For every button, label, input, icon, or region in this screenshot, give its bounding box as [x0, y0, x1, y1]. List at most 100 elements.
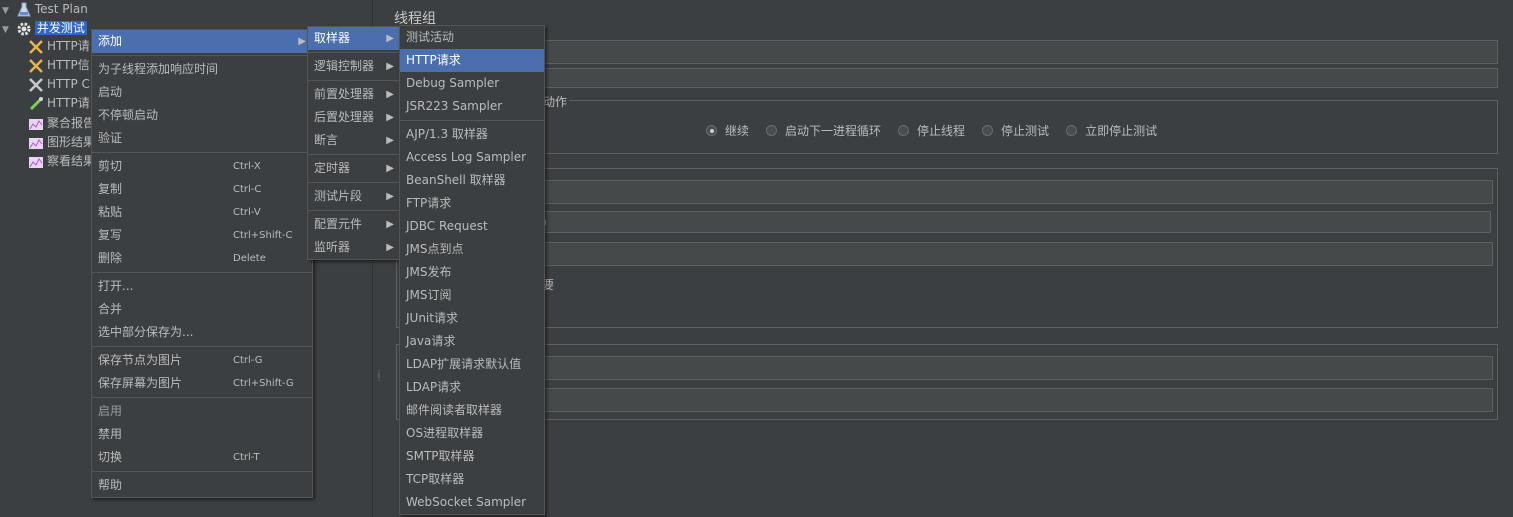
thread-count-field[interactable]	[402, 180, 1493, 204]
tree-node-label: 察看结果	[47, 154, 96, 168]
radio-start-next-loop[interactable]: 启动下一进程循环	[766, 122, 881, 139]
sampler-item-beanshell[interactable]: BeanShell 取样器	[400, 169, 544, 192]
submenu-item-logic-controller[interactable]: 逻辑控制器 ▶	[308, 55, 400, 78]
sampler-item-mail-reader[interactable]: 邮件阅读者取样器	[400, 399, 544, 422]
submenu-arrow-icon: ▶	[386, 33, 394, 44]
submenu-arrow-icon: ▶	[386, 135, 394, 146]
radio-label: 停止测试	[1001, 124, 1050, 138]
tree-node-http-info[interactable]: HTTP信	[28, 56, 90, 74]
menu-item-disable[interactable]: 禁用	[92, 423, 312, 446]
sampler-item-ftp[interactable]: FTP请求	[400, 192, 544, 215]
tree-node-label: 聚合报告	[47, 116, 96, 130]
menu-item-help[interactable]: 帮助	[92, 474, 312, 497]
collapse-arrow-icon[interactable]: ▼	[2, 21, 12, 39]
startup-delay-field[interactable]	[402, 388, 1493, 412]
comments-field[interactable]	[396, 68, 1498, 88]
menu-item-start[interactable]: 启动	[92, 81, 312, 104]
sampler-item-ajp[interactable]: AJP/1.3 取样器	[400, 123, 544, 146]
submenu-item-config-element[interactable]: 配置元件 ▶	[308, 213, 400, 236]
chart-icon	[28, 116, 44, 132]
sampler-item-debug-sampler[interactable]: Debug Sampler	[400, 72, 544, 95]
submenu-item-post-processor[interactable]: 后置处理器 ▶	[308, 106, 400, 129]
sampler-submenu: 测试活动 HTTP请求 Debug Sampler JSR223 Sampler…	[399, 25, 545, 515]
menu-item-toggle[interactable]: 切换 Ctrl-T	[92, 446, 312, 469]
menu-separator	[92, 346, 312, 347]
menu-separator	[400, 120, 544, 121]
error-action-radio-group[interactable]: 继续 启动下一进程循环 停止线程 停止测试 立即停止测试	[706, 122, 1174, 139]
menu-item-label: WebSocket Sampler	[406, 495, 527, 509]
radio-stop-test-now[interactable]: 立即停止测试	[1066, 122, 1157, 139]
menu-item-merge[interactable]: 合并	[92, 298, 312, 321]
sampler-item-http-request[interactable]: HTTP请求	[400, 49, 544, 72]
sampler-item-jms-subscribe[interactable]: JMS订阅	[400, 284, 544, 307]
menu-item-open[interactable]: 打开...	[92, 275, 312, 298]
tree-node-label: HTTP信	[47, 58, 90, 72]
sampler-item-jms-publish[interactable]: JMS发布	[400, 261, 544, 284]
sampler-item-test-action[interactable]: 测试活动	[400, 26, 544, 49]
ramp-up-field[interactable]: 0	[402, 211, 1491, 233]
tree-node-http-request-2[interactable]: HTTP请	[28, 94, 90, 112]
tree-node-view-results[interactable]: 察看结果	[28, 152, 95, 170]
menu-item-start-no-pause[interactable]: 不停顿启动	[92, 104, 312, 127]
drag-handle-icon[interactable]: ⋮ ⋮	[375, 370, 383, 382]
menu-item-validate[interactable]: 验证	[92, 127, 312, 150]
submenu-item-assertion[interactable]: 断言 ▶	[308, 129, 400, 152]
menu-item-delete[interactable]: 删除 Delete	[92, 247, 312, 270]
sampler-item-java[interactable]: Java请求	[400, 330, 544, 353]
radio-stop-test[interactable]: 停止测试	[982, 122, 1049, 139]
menu-item-label: 保存屏幕为图片	[98, 376, 183, 390]
sampler-item-os-process[interactable]: OS进程取样器	[400, 422, 544, 445]
radio-icon	[1066, 125, 1078, 136]
menu-item-label: TCP取样器	[406, 472, 465, 486]
menu-item-label: 帮助	[98, 478, 123, 492]
loop-count-field[interactable]	[402, 242, 1493, 266]
menu-item-duplicate[interactable]: 复写 Ctrl+Shift-C	[92, 224, 312, 247]
sampler-item-access-log[interactable]: Access Log Sampler	[400, 146, 544, 169]
collapse-arrow-icon[interactable]: ▼	[2, 2, 12, 20]
menu-item-cut[interactable]: 剪切 Ctrl-X	[92, 155, 312, 178]
menu-item-add-response-time[interactable]: 为子线程添加响应时间	[92, 58, 312, 81]
tree-node-label: HTTP请	[47, 39, 90, 53]
menu-item-paste[interactable]: 粘贴 Ctrl-V	[92, 201, 312, 224]
menu-item-label: Access Log Sampler	[406, 150, 527, 164]
sampler-item-jsr223-sampler[interactable]: JSR223 Sampler	[400, 95, 544, 118]
tree-node-thread-group[interactable]: ▼ 并发测试	[2, 19, 87, 37]
menu-shortcut: Ctrl-X	[233, 161, 261, 172]
menu-item-label: Java请求	[406, 334, 456, 348]
radio-stop-thread[interactable]: 停止线程	[898, 122, 965, 139]
radio-continue[interactable]: 继续	[706, 122, 749, 139]
sampler-item-websocket[interactable]: WebSocket Sampler	[400, 491, 544, 514]
menu-item-copy[interactable]: 复制 Ctrl-C	[92, 178, 312, 201]
menu-item-save-node-image[interactable]: 保存节点为图片 Ctrl-G	[92, 349, 312, 372]
tree-node-graph-results[interactable]: 图形结果	[28, 133, 95, 151]
tree-node-test-plan[interactable]: ▼ Test Plan	[2, 0, 88, 18]
menu-item-label: 保存节点为图片	[98, 353, 183, 367]
name-field[interactable]	[396, 40, 1498, 64]
config-icon	[28, 77, 44, 93]
sampler-item-ldap-extended[interactable]: LDAP扩展请求默认值	[400, 353, 544, 376]
sampler-item-junit[interactable]: JUnit请求	[400, 307, 544, 330]
sampler-item-ldap[interactable]: LDAP请求	[400, 376, 544, 399]
menu-item-save-selection[interactable]: 选中部分保存为...	[92, 321, 312, 344]
submenu-item-pre-processor[interactable]: 前置处理器 ▶	[308, 83, 400, 106]
sampler-item-jms-p2p[interactable]: JMS点到点	[400, 238, 544, 261]
duration-field[interactable]	[402, 356, 1493, 380]
menu-item-add[interactable]: 添加 ▶	[92, 30, 312, 53]
sampler-item-tcp[interactable]: TCP取样器	[400, 468, 544, 491]
menu-item-save-screen-image[interactable]: 保存屏幕为图片 Ctrl+Shift-G	[92, 372, 312, 395]
menu-item-label: BeanShell 取样器	[406, 173, 506, 187]
submenu-item-listener[interactable]: 监听器 ▶	[308, 236, 400, 259]
menu-item-label: 选中部分保存为...	[98, 325, 194, 339]
tree-node-aggregate-report[interactable]: 聚合报告	[28, 114, 95, 132]
menu-separator	[92, 55, 312, 56]
sampler-item-smtp[interactable]: SMTP取样器	[400, 445, 544, 468]
menu-item-label: 复写	[98, 228, 123, 242]
tree-node-http-request-1[interactable]: HTTP请	[28, 37, 90, 55]
tree-node-http-cookie[interactable]: HTTP C	[28, 75, 90, 93]
submenu-item-test-fragment[interactable]: 测试片段 ▶	[308, 185, 400, 208]
radio-icon	[898, 125, 910, 136]
menu-item-label: OS进程取样器	[406, 426, 484, 440]
sampler-item-jdbc[interactable]: JDBC Request	[400, 215, 544, 238]
submenu-item-sampler[interactable]: 取样器 ▶	[308, 27, 400, 50]
submenu-item-timer[interactable]: 定时器 ▶	[308, 157, 400, 180]
